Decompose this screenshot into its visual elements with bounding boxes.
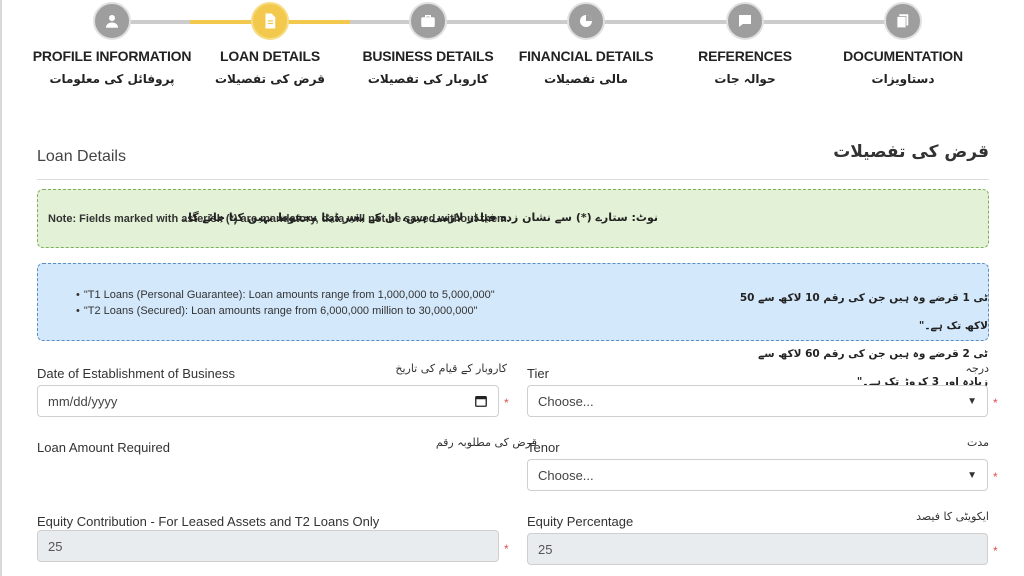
tier-select-value: Choose... [538, 393, 594, 409]
field-label: Date of Establishment of Business [37, 366, 235, 381]
step-financial-details[interactable]: FINANCIAL DETAILS مالی تفصیلات [506, 2, 666, 86]
step-label-urdu: پروفائل کی معلومات [49, 72, 175, 86]
chat-icon [726, 2, 764, 40]
section-title: Loan Details [37, 148, 126, 165]
section-title-urdu: قرض کی تفصیلات [833, 142, 989, 162]
equity-percentage-input[interactable]: 25 [527, 533, 988, 565]
step-label-urdu: کاروبار کی تفصیلات [367, 72, 489, 86]
tier-info-note: "T1 Loans (Personal Guarantee): Loan amo… [37, 263, 989, 388]
equity-percentage-value: 25 [538, 541, 553, 557]
tenor-select[interactable]: Choose... ▼ [527, 459, 988, 491]
step-label-urdu: حوالہ جات [714, 72, 776, 86]
step-profile-information[interactable]: PROFILE INFORMATION پروفائل کی معلومات [32, 2, 192, 86]
required-asterisk: * [504, 542, 509, 556]
mandatory-note: Note: Fields marked with asterisk (*) ar… [37, 189, 989, 248]
section-header: Loan Details قرض کی تفصیلات [37, 142, 989, 180]
step-label: FINANCIAL DETAILS [518, 48, 654, 64]
step-label-urdu: قرض کی تفصیلات [215, 72, 325, 86]
step-label-urdu: مالی تفصیلات [544, 72, 628, 86]
progress-stepper: PROFILE INFORMATION پروفائل کی معلومات L… [0, 0, 1024, 110]
field-label-urdu: درجہ [965, 362, 989, 375]
tier-select[interactable]: Choose... ▼ [527, 385, 988, 417]
tier-info-item: "T1 Loans (Personal Guarantee): Loan amo… [84, 287, 495, 303]
field-label: Tenor [527, 440, 560, 455]
document-icon [251, 2, 289, 40]
step-label: REFERENCES [698, 48, 792, 64]
chevron-down-icon: ▼ [967, 469, 977, 481]
field-label: Equity Contribution - For Leased Assets … [37, 514, 380, 529]
step-label-urdu: دستاویزات [871, 72, 935, 86]
required-asterisk: * [993, 396, 998, 410]
step-label: BUSINESS DETAILS [362, 48, 494, 64]
step-loan-details[interactable]: LOAN DETAILS قرض کی تفصیلات [190, 2, 350, 86]
date-establishment-input[interactable]: mm/dd/yyyy [37, 385, 499, 417]
step-business-details[interactable]: BUSINESS DETAILS کاروبار کی تفصیلات [348, 2, 508, 86]
step-label: LOAN DETAILS [219, 48, 320, 64]
tier-info-item: "T2 Loans (Secured): Loan amounts range … [84, 303, 495, 319]
calendar-icon[interactable] [474, 394, 488, 408]
required-asterisk: * [993, 470, 998, 484]
field-label-urdu: کاروبار کے قیام کی تاریخ [395, 362, 507, 375]
step-label: DOCUMENTATION [843, 48, 963, 64]
files-icon [884, 2, 922, 40]
tier-info-urdu: ٹی 1 قرضے وہ ہیں جن کی رقم 10 لاکھ سے 50… [738, 284, 988, 396]
mandatory-note-text-urdu: نوٹ: ستارے (*) سے نشان زدہ فیلڈز لازمی ہ… [181, 211, 658, 224]
date-placeholder: mm/dd/yyyy [48, 393, 118, 409]
tier-info-list: "T1 Loans (Personal Guarantee): Loan amo… [84, 287, 495, 319]
field-label: Equity Percentage [527, 514, 634, 529]
field-label-urdu: ایکویٹی کا فیصد [916, 510, 989, 523]
field-label-urdu: مدت [966, 436, 989, 449]
tenor-select-value: Choose... [538, 467, 594, 483]
tier-info-item-urdu: ٹی 1 قرضے وہ ہیں جن کی رقم 10 لاکھ سے 50… [739, 292, 988, 332]
briefcase-icon [409, 2, 447, 40]
equity-contribution-value: 25 [48, 538, 63, 554]
field-label-urdu: قرض کی مطلوبہ رقم [435, 436, 537, 449]
equity-contribution-input[interactable]: 25 [37, 530, 499, 562]
step-label: PROFILE INFORMATION [32, 48, 192, 64]
pie-chart-icon [567, 2, 605, 40]
step-references[interactable]: REFERENCES حوالہ جات [665, 2, 825, 86]
field-label: Loan Amount Required [37, 440, 170, 455]
user-icon [93, 2, 131, 40]
step-documentation[interactable]: DOCUMENTATION دستاویزات [823, 2, 983, 86]
chevron-down-icon: ▼ [967, 395, 977, 407]
required-asterisk: * [993, 544, 998, 558]
required-asterisk: * [504, 396, 509, 410]
field-label: Tier [527, 366, 549, 381]
